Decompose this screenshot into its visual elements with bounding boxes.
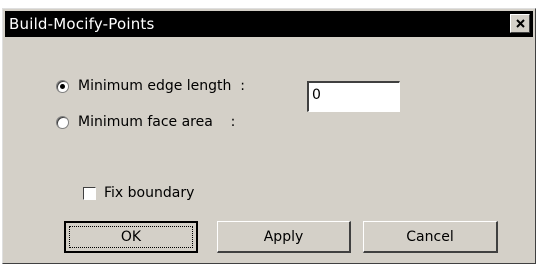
focus-rect	[69, 226, 193, 248]
fix-boundary-label: Fix boundary	[104, 185, 195, 201]
close-icon	[515, 19, 525, 28]
radio-min-edge-label: Minimum edge length :	[78, 78, 246, 94]
min-value-input[interactable]: 0	[307, 81, 400, 112]
radio-min-face-label: Minimum face area :	[78, 114, 236, 130]
dialog-window: Build-Mocify-Points Minimum edge length …	[2, 8, 536, 264]
ok-button[interactable]: OK	[64, 221, 198, 253]
window-title: Build-Mocify-Points	[9, 15, 155, 33]
radio-unselected-icon	[56, 115, 69, 129]
radio-min-face-area[interactable]: Minimum face area :	[56, 111, 235, 133]
close-button[interactable]	[510, 14, 530, 33]
apply-button[interactable]: Apply	[217, 221, 351, 253]
fix-boundary-checkbox[interactable]: Fix boundary	[83, 185, 194, 201]
apply-label: Apply	[263, 228, 304, 245]
title-bar[interactable]: Build-Mocify-Points	[5, 11, 533, 37]
checkbox-unchecked-icon	[83, 186, 96, 200]
cancel-label: Cancel	[406, 228, 454, 245]
cancel-button[interactable]: Cancel	[363, 221, 498, 253]
radio-min-edge-length[interactable]: Minimum edge length :	[56, 75, 245, 97]
radio-selected-icon	[56, 79, 69, 93]
